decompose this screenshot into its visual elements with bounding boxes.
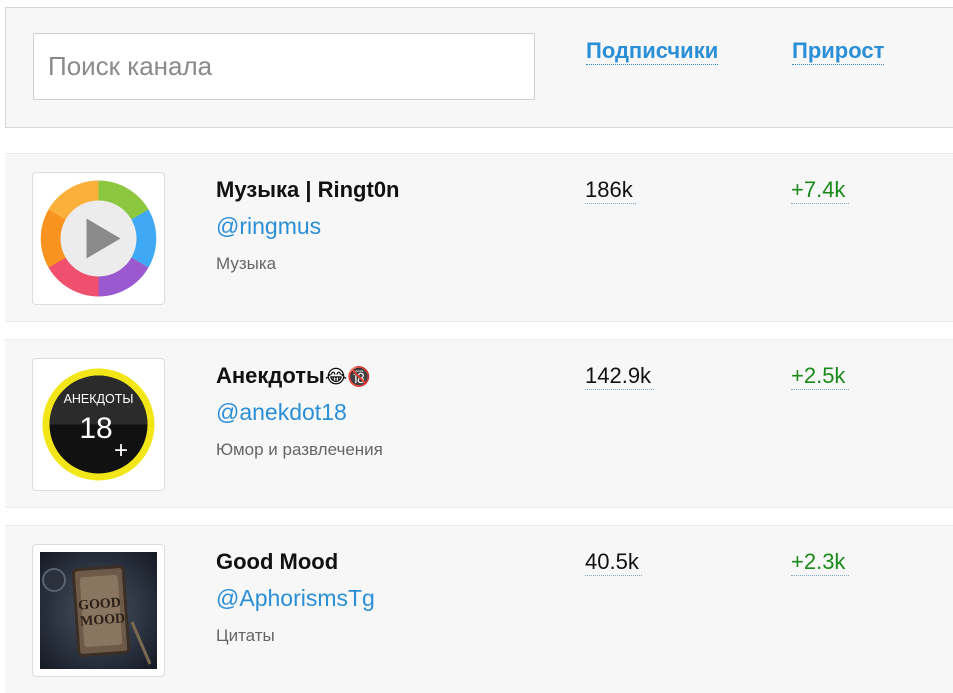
channel-name[interactable]: Музыка | Ringt0n — [216, 176, 400, 205]
channel-avatar[interactable]: GOOD MOOD — [32, 544, 165, 677]
subscribers-count: 186k — [585, 177, 636, 204]
growth-count: +2.5k — [791, 363, 850, 390]
channel-row[interactable]: АНЕКДОТЫ 18 + Анекдоты😂🔞 @anekdot18 Юмор… — [5, 339, 953, 508]
sort-by-subscribers-link[interactable]: Подписчики — [586, 38, 719, 65]
music-play-icon — [40, 180, 157, 297]
sort-by-growth-link[interactable]: Прирост — [792, 38, 885, 65]
channel-avatar[interactable]: АНЕКДОТЫ 18 + — [32, 358, 165, 491]
growth-count: +7.4k — [791, 177, 850, 204]
channel-name[interactable]: Анекдоты😂🔞 — [216, 362, 371, 391]
channel-list-header: Подписчики Прирост — [5, 7, 953, 128]
channel-category: Цитаты — [216, 626, 275, 645]
channel-avatar[interactable] — [32, 172, 165, 305]
channel-category: Музыка — [216, 254, 277, 273]
channel-name-text: Музыка | Ringt0n — [216, 177, 400, 202]
avatar-plus-text: + — [114, 437, 128, 464]
anekdoty-18-plus-badge: АНЕКДОТЫ 18 + — [40, 366, 157, 483]
avatar-text-line1: GOOD — [78, 596, 122, 614]
search-input[interactable] — [33, 33, 535, 100]
subscribers-count: 142.9k — [585, 363, 655, 390]
avatar-number-text: 18 — [79, 412, 112, 445]
channel-name-emoji: 😂🔞 — [324, 366, 371, 388]
channel-row[interactable]: Музыка | Ringt0n @ringmus Музыка 186k +7… — [5, 153, 953, 322]
channel-name-text: Анекдоты — [216, 363, 325, 388]
avatar-text-line2: MOOD — [80, 611, 126, 629]
channel-name[interactable]: Good Mood — [216, 548, 338, 577]
channel-handle-link[interactable]: @anekdot18 — [216, 398, 347, 426]
growth-count: +2.3k — [791, 549, 850, 576]
channel-category: Юмор и развлечения — [216, 440, 383, 459]
channel-row[interactable]: GOOD MOOD Good Mood @AphorismsTg Цитаты … — [5, 525, 953, 693]
channel-handle-link[interactable]: @AphorismsTg — [216, 584, 375, 612]
good-mood-sign-picture: GOOD MOOD — [40, 552, 157, 669]
subscribers-count: 40.5k — [585, 549, 642, 576]
channel-handle-link[interactable]: @ringmus — [216, 212, 321, 240]
avatar-title-text: АНЕКДОТЫ — [64, 392, 134, 406]
channel-name-text: Good Mood — [216, 549, 339, 574]
